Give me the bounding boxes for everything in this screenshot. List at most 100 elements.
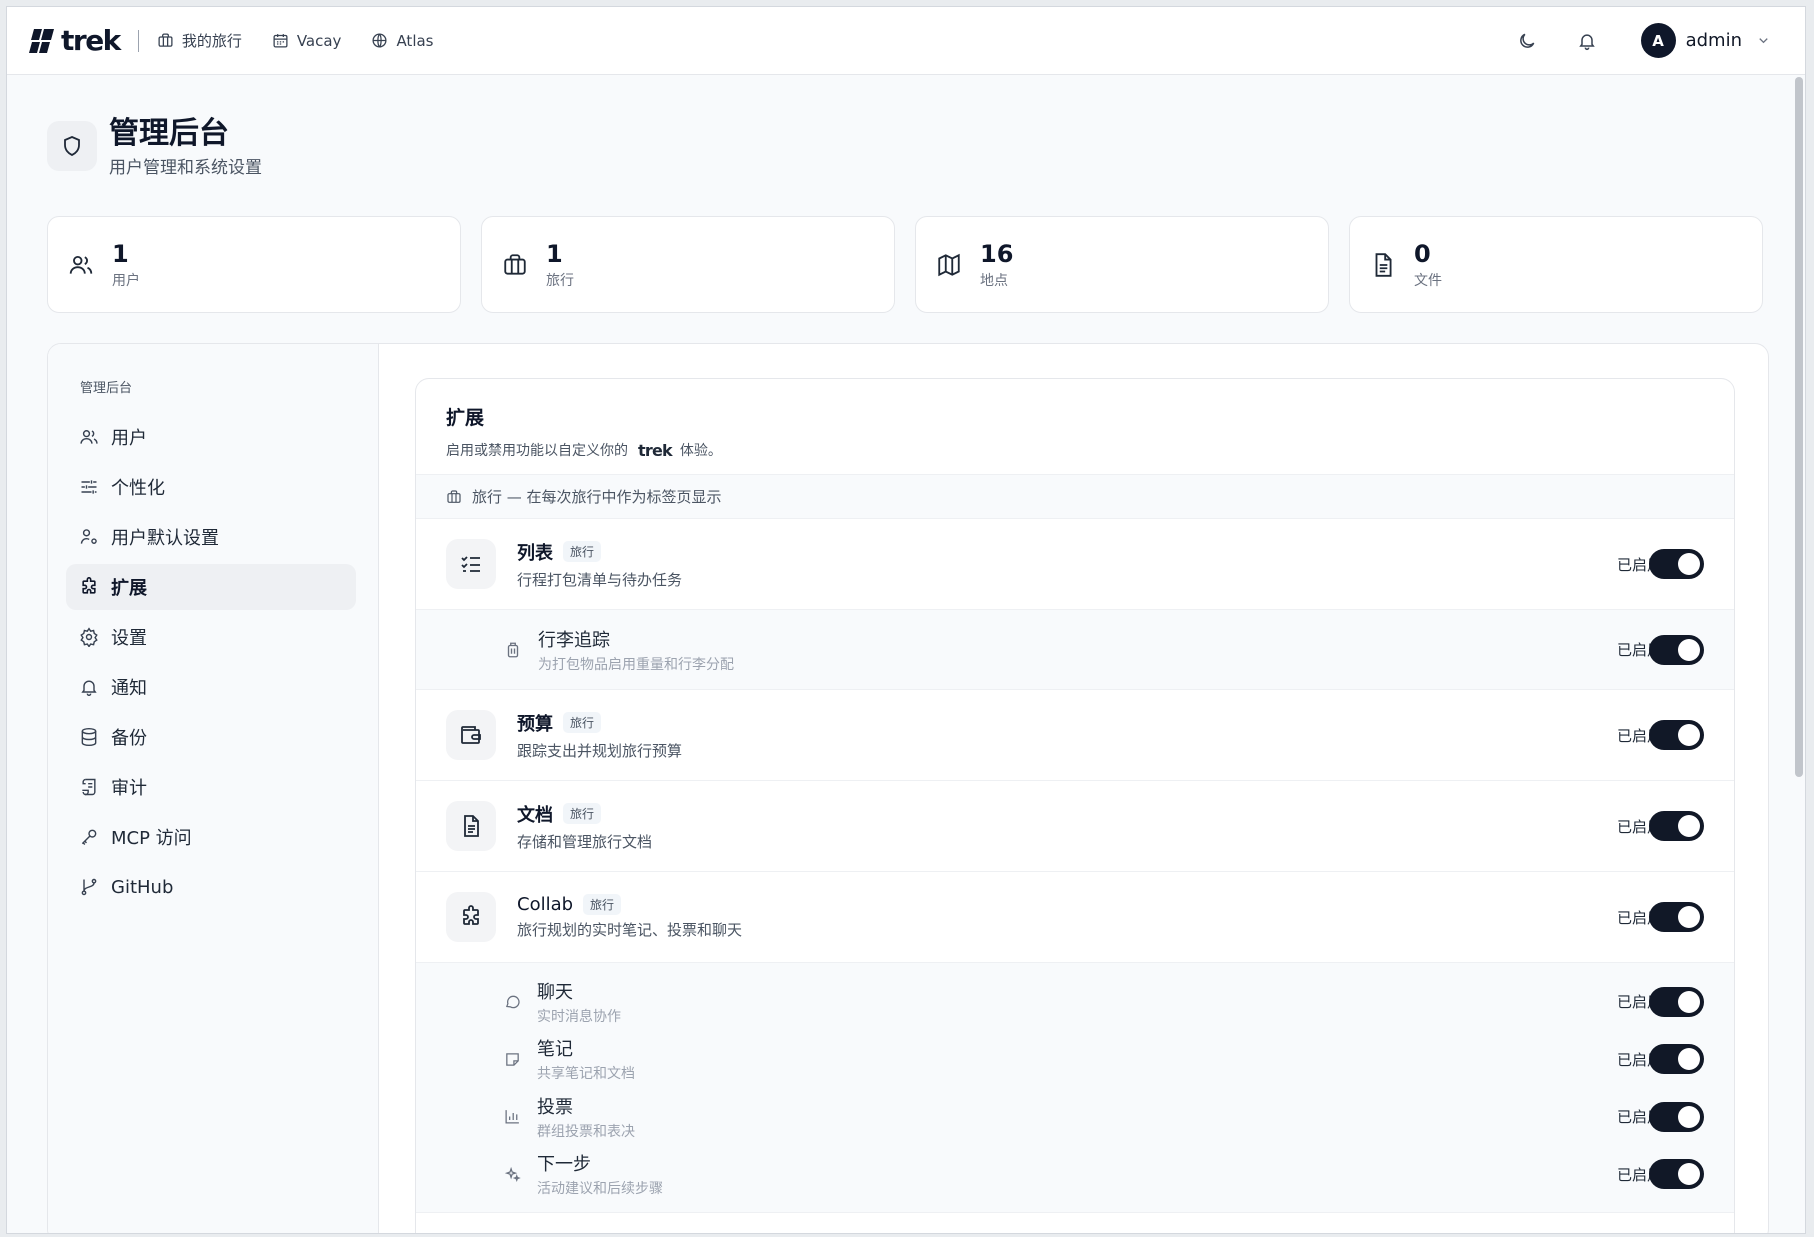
subfeature-row-chat: 聊天 实时消息协作 已启用	[416, 973, 1734, 1031]
bar-chart-icon	[505, 1110, 519, 1124]
briefcase-icon	[158, 33, 173, 47]
username: admin	[1685, 30, 1742, 51]
addon-icon-box	[446, 539, 496, 589]
collab-toggle[interactable]	[1649, 902, 1704, 932]
desc-text: 启用或禁用功能以自定义你的	[446, 443, 628, 459]
desc-brand: trek	[638, 440, 673, 460]
sidebar-item-label: 备份	[111, 728, 147, 749]
sidebar-item-label: 用户	[111, 428, 147, 449]
sidebar-item-users[interactable]: 用户	[66, 414, 356, 460]
puzzle-icon	[82, 577, 96, 594]
sidebar-item-settings[interactable]: 设置	[66, 614, 356, 660]
bell-icon	[1578, 33, 1595, 50]
brand-name: trek	[61, 24, 121, 57]
addon-name: Collab	[517, 894, 574, 915]
addon-desc: 为打包物品启用重量和行李分配	[538, 656, 734, 673]
globe-icon	[372, 33, 387, 48]
notes-toggle[interactable]	[1649, 1044, 1704, 1075]
lists-toggle[interactable]	[1649, 549, 1704, 579]
addon-icon-box	[446, 710, 496, 760]
sticky-note-icon	[506, 1052, 519, 1066]
addon-desc: 跟踪支出并规划旅行预算	[517, 741, 683, 760]
avatar: A	[1640, 23, 1676, 58]
sidebar-item-label: 通知	[111, 678, 147, 699]
sidebar-title: 管理后台	[80, 381, 133, 396]
file-icon	[464, 815, 479, 837]
sidebar-item-label: 设置	[111, 628, 147, 649]
users-icon	[69, 255, 93, 274]
chat-toggle[interactable]	[1649, 986, 1704, 1017]
stats-row: 1 用户 1 旅行 16 地点 0 文件	[47, 216, 1763, 313]
nav-atlas[interactable]: Atlas	[371, 32, 434, 50]
briefcase-icon	[504, 253, 526, 275]
sidebar-item-backup[interactable]: 备份	[66, 714, 356, 760]
subfeature-desc: 共享笔记和文档	[537, 1066, 635, 1083]
stat-label: 地点	[980, 272, 1008, 289]
addon-name: 列表	[517, 542, 553, 564]
sidebar-item-addons[interactable]: 扩展	[66, 564, 356, 610]
app-window: trek 我的旅行 Vacay Atlas A admin 管理后台 用户管理和…	[6, 6, 1806, 1234]
sidebar-item-github[interactable]: GitHub	[66, 864, 356, 910]
stat-card-files: 0 文件	[1349, 216, 1763, 313]
addon-row-budget: 预算 旅行 跟踪支出并规划旅行预算 已启用	[416, 690, 1734, 781]
theme-toggle-button[interactable]	[1509, 23, 1545, 59]
section-bar-label: 旅行 — 在每次旅行中作为标签页显示	[472, 488, 722, 506]
list-checks-icon	[461, 556, 480, 572]
gear-icon	[80, 627, 98, 647]
next-steps-toggle[interactable]	[1649, 1159, 1704, 1190]
page-subtitle: 用户管理和系统设置	[109, 158, 262, 178]
addon-desc: 行程打包清单与待办任务	[517, 570, 683, 589]
page-scrollbar[interactable]	[1795, 77, 1803, 777]
logo-divider	[137, 29, 139, 52]
stat-value: 16	[980, 239, 1014, 268]
addon-tag: 旅行	[563, 541, 602, 562]
addon-row-collab: Collab 旅行 旅行规划的实时笔记、投票和聊天 已启用	[416, 872, 1734, 963]
sidebar-item-user-defaults[interactable]: 用户默认设置	[66, 514, 356, 560]
addon-icon-box	[446, 892, 496, 942]
user-cog-icon	[80, 529, 97, 544]
subfeature-desc: 实时消息协作	[537, 1008, 621, 1025]
puzzle-icon	[463, 905, 479, 925]
notifications-button[interactable]	[1569, 23, 1605, 59]
addon-name: 预算	[517, 713, 553, 735]
section-description: 启用或禁用功能以自定义你的 trek 体验。	[446, 440, 1734, 460]
nav-vacay[interactable]: Vacay	[272, 31, 342, 50]
top-navbar: trek 我的旅行 Vacay Atlas A admin	[7, 7, 1805, 75]
git-branch-icon	[81, 878, 97, 896]
chat-bubble-icon	[505, 995, 520, 1009]
subfeature-name: 聊天	[537, 981, 573, 1003]
header-icon-box	[47, 121, 97, 171]
addon-tag: 旅行	[563, 712, 602, 733]
users-icon	[80, 430, 98, 444]
stat-label: 旅行	[546, 272, 574, 289]
sparkles-icon	[504, 1166, 521, 1182]
addon-tag: 旅行	[563, 803, 602, 824]
wallet-icon	[461, 726, 481, 744]
stat-value: 1	[546, 239, 563, 268]
budget-toggle[interactable]	[1649, 720, 1704, 750]
stat-label: 用户	[112, 272, 140, 289]
documents-toggle[interactable]	[1649, 811, 1704, 841]
brand-logo[interactable]: trek	[29, 24, 121, 57]
sidebar-item-label: 扩展	[111, 578, 147, 599]
addon-row-lists: 列表 旅行 行程打包清单与待办任务 已启用	[416, 519, 1734, 610]
sidebar-item-mcp[interactable]: MCP 访问	[66, 814, 356, 860]
trip-section-header: 旅行 — 在每次旅行中作为标签页显示	[416, 474, 1734, 519]
nav-my-trips[interactable]: 我的旅行	[157, 30, 242, 51]
collab-subfeatures: 聊天 实时消息协作 已启用 笔记 共享笔记和文档 已启用 投票 群组投票和表决 …	[416, 963, 1734, 1213]
subfeature-desc: 活动建议和后续步骤	[537, 1181, 663, 1198]
stat-value: 0	[1414, 239, 1431, 268]
polls-toggle[interactable]	[1649, 1101, 1704, 1132]
sidebar-item-audit[interactable]: 审计	[66, 764, 356, 810]
nav-label: Vacay	[296, 31, 342, 50]
sidebar-item-label: GitHub	[111, 876, 174, 898]
sidebar-item-notifications[interactable]: 通知	[66, 664, 356, 710]
luggage-toggle[interactable]	[1649, 634, 1704, 665]
sidebar-item-label: 个性化	[111, 478, 165, 499]
user-menu[interactable]: A admin	[1640, 23, 1771, 58]
subfeature-row-next: 下一步 活动建议和后续步骤 已启用	[416, 1146, 1734, 1204]
admin-panel: 管理后台 用户 个性化 用户默认设置 扩展 设置 通知 备份 审计 MCP 访问…	[47, 343, 1769, 1233]
sidebar-item-personalization[interactable]: 个性化	[66, 464, 356, 510]
addons-card: 扩展 启用或禁用功能以自定义你的 trek 体验。 旅行 — 在每次旅行中作为标…	[415, 378, 1735, 1233]
bell-icon	[81, 680, 97, 696]
